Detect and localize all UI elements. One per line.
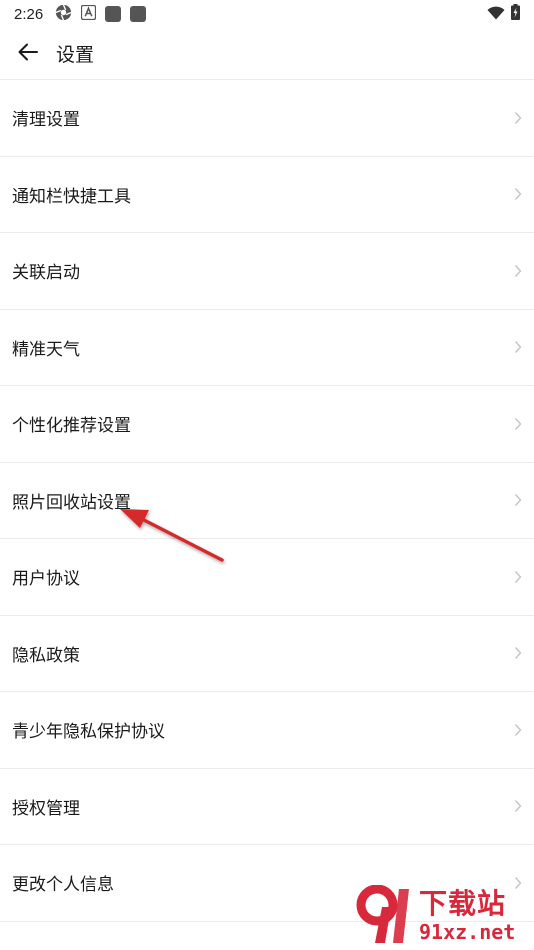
settings-item-notification-tools[interactable]: 通知栏快捷工具 <box>0 157 534 233</box>
settings-item-linked-launch[interactable]: 关联启动 <box>0 233 534 310</box>
settings-item-label: 关联启动 <box>12 263 80 284</box>
wifi-icon <box>487 5 505 24</box>
settings-item-youth-privacy[interactable]: 青少年隐私保护协议 <box>0 692 534 769</box>
chevron-right-icon <box>514 799 522 813</box>
settings-item-label: 精准天气 <box>12 339 80 360</box>
chevron-right-icon <box>514 723 522 737</box>
chevron-right-icon <box>514 187 522 201</box>
font-a-icon <box>81 4 97 24</box>
aperture-icon <box>55 4 72 25</box>
status-bar: 2:26 <box>0 0 534 28</box>
status-time: 2:26 <box>14 5 44 23</box>
watermark-en-text: 91xz.net <box>419 920 516 944</box>
settings-list: 清理设置 通知栏快捷工具 关联启动 精准天气 个性化推荐设置 照片回收站设置 用… <box>0 80 534 922</box>
settings-item-label: 用户协议 <box>12 569 80 590</box>
watermark: 下载站 91xz.net <box>355 884 530 948</box>
status-icons-left <box>55 4 147 25</box>
back-button[interactable] <box>0 28 56 80</box>
watermark-logo-icon <box>355 884 415 947</box>
chevron-right-icon <box>514 417 522 431</box>
settings-item-cleanup[interactable]: 清理设置 <box>0 80 534 157</box>
settings-item-photo-recycle-bin[interactable]: 照片回收站设置 <box>0 463 534 539</box>
settings-item-label: 授权管理 <box>12 798 80 819</box>
square-icon <box>105 6 122 22</box>
settings-item-label: 个性化推荐设置 <box>12 416 131 437</box>
battery-charging-icon <box>511 4 520 24</box>
arrow-left-icon <box>17 41 39 67</box>
settings-item-authorization[interactable]: 授权管理 <box>0 769 534 845</box>
chevron-right-icon <box>514 340 522 354</box>
status-icons-right <box>487 4 520 24</box>
chevron-right-icon <box>514 646 522 660</box>
settings-item-label: 更改个人信息 <box>12 875 114 896</box>
watermark-cn-text: 下载站 <box>419 887 507 920</box>
app-header: 设置 <box>0 28 534 80</box>
settings-item-precise-weather[interactable]: 精准天气 <box>0 310 534 386</box>
settings-item-label: 通知栏快捷工具 <box>12 186 131 207</box>
page-title: 设置 <box>56 44 95 66</box>
settings-item-label: 隐私政策 <box>12 645 80 666</box>
settings-item-label: 照片回收站设置 <box>12 492 131 513</box>
settings-item-privacy-policy[interactable]: 隐私政策 <box>0 616 534 692</box>
chevron-right-icon <box>514 264 522 278</box>
settings-item-label: 青少年隐私保护协议 <box>12 722 165 743</box>
chevron-right-icon <box>514 570 522 584</box>
chevron-right-icon <box>514 493 522 507</box>
chevron-right-icon <box>514 111 522 125</box>
settings-item-personalized-recommendation[interactable]: 个性化推荐设置 <box>0 386 534 463</box>
settings-item-label: 清理设置 <box>12 110 80 131</box>
settings-item-user-agreement[interactable]: 用户协议 <box>0 539 534 616</box>
square-icon <box>130 6 147 22</box>
